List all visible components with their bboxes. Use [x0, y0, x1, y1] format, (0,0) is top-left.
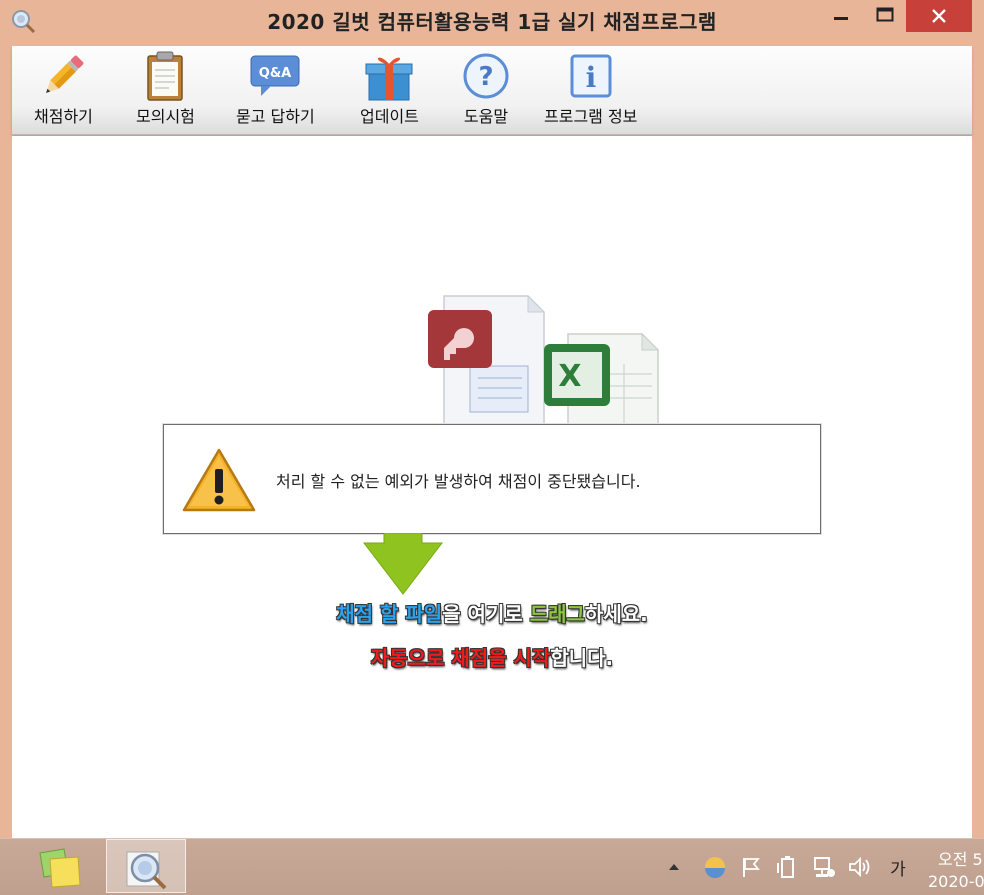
ime-label: 가 — [890, 859, 906, 880]
grading-app-icon — [126, 851, 167, 890]
drop-instruction-line1: 채점 할 파일을 여기로 드래그하세요. — [0, 598, 984, 627]
drop-text-end: 합니다. — [550, 646, 614, 670]
drop-text-please: 하세요. — [584, 602, 648, 626]
drop-text-here: 을 여기로 — [442, 602, 530, 626]
qna-badge: Q&A — [259, 66, 291, 81]
gift-icon — [365, 57, 413, 101]
toolbar-grade-button[interactable]: 채점하기 — [34, 50, 93, 127]
taskbar: 가 — [0, 838, 984, 895]
tray-power[interactable] — [774, 853, 800, 881]
tray-action-center[interactable] — [738, 853, 764, 881]
toolbar-grade-label: 채점하기 — [34, 107, 93, 126]
tray-ime-indicator[interactable]: 가 — [882, 853, 914, 881]
svg-text:X: X — [558, 359, 581, 394]
network-icon — [814, 857, 835, 877]
weather-icon — [705, 857, 725, 878]
speaker-icon — [849, 856, 870, 878]
sticky-notes-icon[interactable] — [34, 845, 86, 889]
drop-instruction-line2: 자동으로 채점을 시작합니다. — [0, 642, 984, 671]
flag-icon — [743, 858, 760, 877]
help-icon: ? — [463, 53, 509, 99]
drop-text-files: 채점 할 파일 — [336, 602, 443, 626]
info-glyph: i — [585, 61, 596, 94]
minimize-button[interactable] — [818, 0, 864, 30]
toolbar-help-button[interactable]: ? 도움말 — [460, 50, 512, 127]
error-dialog: 처리 할 수 없는 예외가 발생하여 채점이 중단됐습니다. — [163, 424, 821, 534]
qna-icon: Q&A — [250, 55, 300, 96]
close-button[interactable] — [906, 0, 972, 32]
toolbar-mock-exam-button[interactable]: 모의시험 — [136, 50, 195, 127]
tray-volume[interactable] — [846, 853, 874, 881]
maximize-icon — [876, 7, 894, 22]
pencil-icon — [46, 55, 84, 93]
tray-expand-button[interactable] — [664, 853, 684, 881]
warning-icon — [182, 448, 256, 512]
battery-icon — [777, 856, 794, 878]
toolbar-qna-button[interactable]: Q&A 묻고 답하기 — [236, 50, 315, 127]
toolbar-qna-label: 묻고 답하기 — [236, 107, 315, 126]
clipboard-icon — [147, 51, 184, 101]
clock-time[interactable]: 오전 5 — [938, 846, 983, 870]
toolbar: 채점하기 모의시험 Q&A 묻고 답하기 업데이트 ? 도움말 i 프로그램 정… — [12, 46, 972, 135]
info-icon: i — [570, 54, 612, 98]
help-glyph: ? — [478, 62, 493, 92]
office-files-icon: X — [428, 294, 660, 429]
arrow-down-icon — [362, 533, 444, 595]
toolbar-program-info-button[interactable]: i 프로그램 정보 — [544, 50, 637, 127]
tray-weather[interactable] — [702, 853, 728, 881]
toolbar-mock-exam-label: 모의시험 — [136, 107, 195, 126]
toolbar-help-label: 도움말 — [463, 107, 509, 126]
clock-date[interactable]: 2020-0 — [928, 872, 984, 891]
error-message: 처리 할 수 없는 예외가 발생하여 채점이 중단됐습니다. — [276, 472, 641, 491]
app-window: 2020 길벗 컴퓨터활용능력 1급 실기 채점프로그램 채점하기 모의시험 Q… — [0, 0, 984, 838]
tray-network[interactable] — [810, 853, 838, 881]
chevron-up-icon — [669, 864, 679, 870]
toolbar-update-button[interactable]: 업데이트 — [360, 50, 419, 127]
toolbar-update-label: 업데이트 — [360, 107, 419, 126]
maximize-button[interactable] — [864, 0, 906, 30]
minimize-icon — [834, 17, 848, 20]
drop-text-drag: 드래그 — [529, 602, 585, 626]
drop-text-auto-start: 자동으로 채점을 시작 — [370, 646, 551, 670]
close-icon — [932, 9, 946, 23]
taskbar-grading-app[interactable] — [106, 839, 186, 893]
toolbar-program-info-label: 프로그램 정보 — [544, 107, 638, 126]
